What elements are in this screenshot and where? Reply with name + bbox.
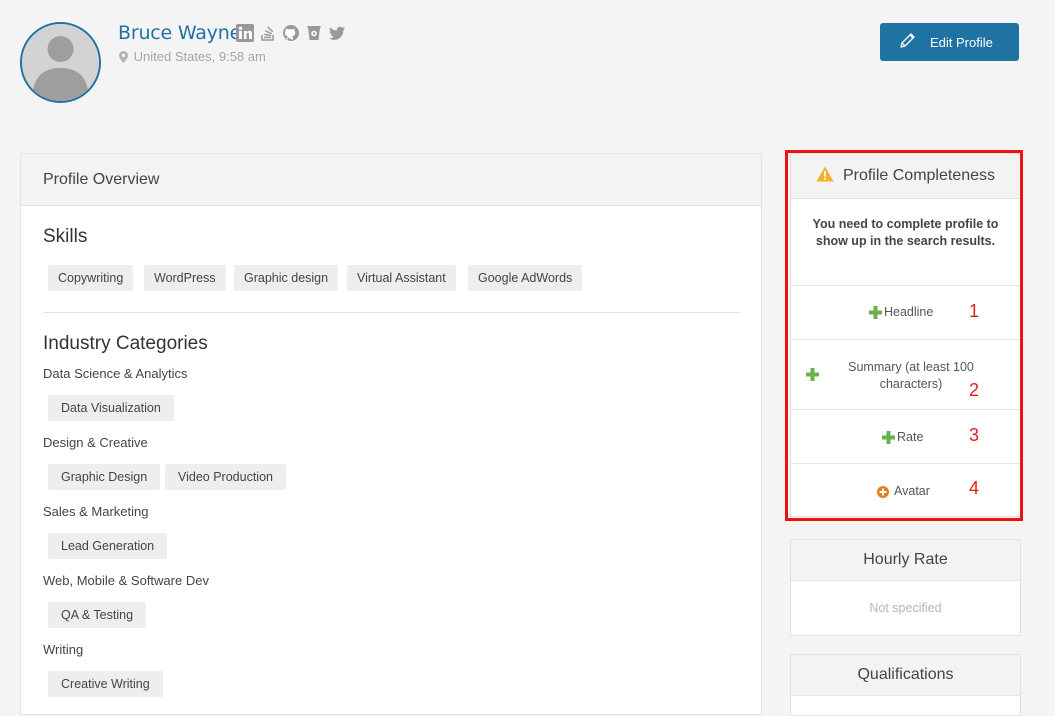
profile-overview-title: Profile Overview: [21, 154, 761, 206]
github-icon[interactable]: [282, 24, 300, 42]
category-tag[interactable]: Creative Writing: [48, 671, 163, 697]
skill-tag[interactable]: Graphic design: [234, 265, 339, 291]
category-tag[interactable]: QA & Testing: [48, 602, 147, 628]
category-label: Design & Creative: [43, 435, 148, 450]
profile-avatar[interactable]: [20, 22, 101, 103]
category-label: Data Science & Analytics: [43, 366, 188, 381]
category-tag[interactable]: Video Production: [165, 464, 286, 490]
qualifications-title: Qualifications: [791, 655, 1020, 696]
category-label: Writing: [43, 642, 84, 657]
qualifications-card: Qualifications: [790, 654, 1021, 716]
stackoverflow-icon[interactable]: [259, 24, 277, 42]
category-tag[interactable]: Data Visualization: [48, 395, 174, 421]
highlight-outline: [785, 150, 1023, 521]
linkedin-icon[interactable]: [236, 24, 254, 42]
section-divider: [43, 312, 740, 313]
industry-categories-title: Industry Categories: [43, 333, 208, 354]
category-label: Sales & Marketing: [43, 504, 149, 519]
edit-profile-label: Edit Profile: [930, 34, 993, 50]
hourly-rate-title: Hourly Rate: [791, 540, 1020, 581]
twitter-icon[interactable]: [328, 24, 346, 42]
pencil-icon: [898, 32, 916, 53]
skill-tag[interactable]: WordPress: [144, 265, 226, 291]
profile-overview-card: Profile Overview Skills Copywriting Word…: [20, 153, 762, 715]
skills-title: Skills: [43, 226, 88, 247]
map-pin-icon: [119, 51, 128, 66]
avatar-silhouette-icon: [22, 24, 99, 101]
edit-profile-button[interactable]: Edit Profile: [880, 23, 1019, 61]
hourly-rate-value: Not specified: [869, 601, 942, 615]
skill-tag[interactable]: Google AdWords: [468, 265, 583, 291]
location-text: United States, 9:58 am: [133, 49, 266, 64]
user-name[interactable]: Bruce Wayne: [118, 22, 241, 44]
social-icons: [236, 24, 346, 42]
skill-tag[interactable]: Virtual Assistant: [347, 265, 456, 291]
location-line: United States, 9:58 am: [119, 49, 266, 66]
category-label: Web, Mobile & Software Dev: [43, 573, 209, 588]
hourly-rate-card: Hourly Rate Not specified: [790, 539, 1021, 636]
category-tag[interactable]: Lead Generation: [48, 533, 168, 559]
category-tag[interactable]: Graphic Design: [48, 464, 161, 490]
skill-tag[interactable]: Copywriting: [48, 265, 134, 291]
coffee-icon[interactable]: [305, 24, 323, 42]
